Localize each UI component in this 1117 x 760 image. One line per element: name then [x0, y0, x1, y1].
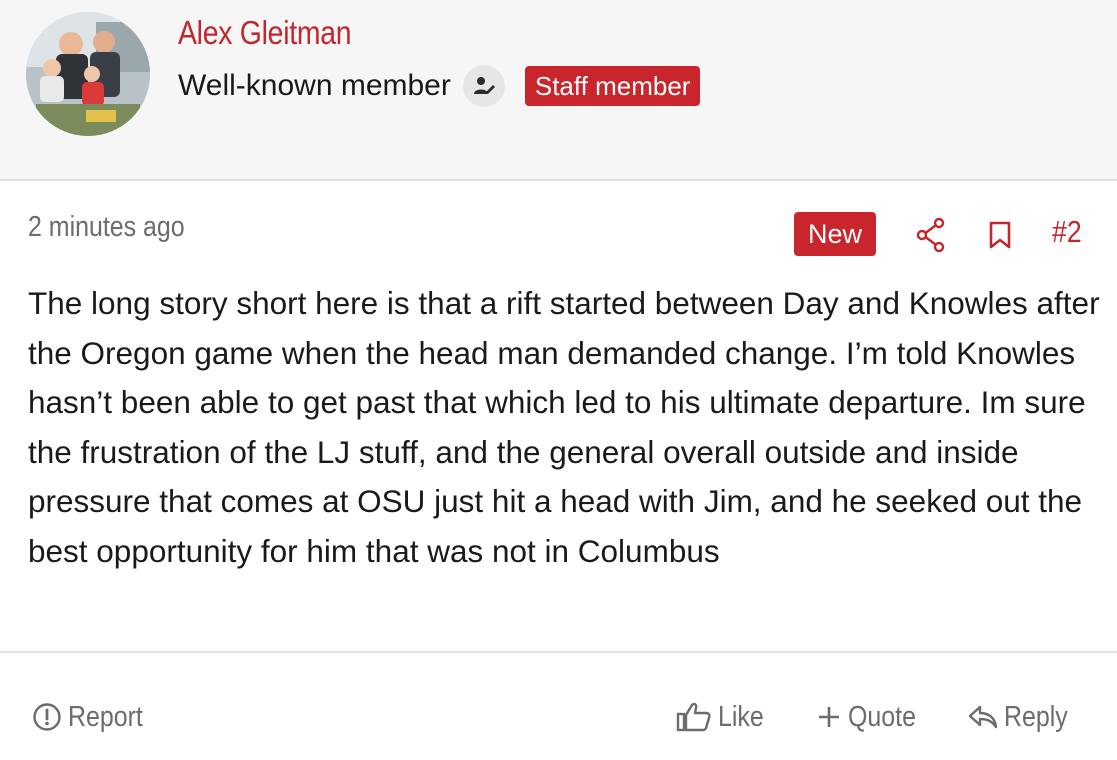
reply-button[interactable]: Reply: [968, 697, 1078, 737]
share-icon[interactable]: [916, 217, 945, 257]
author-role-row: Well-known member Staff member: [178, 64, 701, 108]
new-badge: New: [794, 212, 876, 256]
author-name[interactable]: Alex Gleitman: [178, 14, 352, 52]
quote-button[interactable]: Quote: [816, 697, 927, 737]
user-title: Well-known member: [178, 69, 451, 102]
post-body: The long story short here is that a rift…: [28, 285, 1100, 569]
thumbs-up-icon: [676, 702, 711, 732]
reply-arrow-icon: [968, 705, 998, 729]
avatar[interactable]: [26, 12, 150, 136]
plus-icon: [819, 707, 839, 727]
footer-divider: [0, 651, 1117, 653]
staff-badge: Staff member: [524, 66, 701, 106]
reply-label: Reply: [1004, 700, 1068, 733]
bookmark-icon[interactable]: [989, 221, 1011, 254]
user-edit-icon: [462, 65, 505, 107]
report-label: Report: [68, 700, 143, 733]
post-author-header: Alex Gleitman Well-known member Staff me…: [0, 0, 1117, 181]
like-button[interactable]: Like: [676, 697, 771, 737]
like-label: Like: [718, 700, 764, 733]
report-button[interactable]: Report: [32, 697, 155, 737]
post-number-link[interactable]: #2: [1052, 214, 1082, 250]
quote-label: Quote: [848, 700, 916, 733]
alert-circle-icon: [33, 703, 61, 731]
post-timestamp[interactable]: 2 minutes ago: [28, 211, 185, 244]
family-photo-icon: [26, 12, 150, 136]
